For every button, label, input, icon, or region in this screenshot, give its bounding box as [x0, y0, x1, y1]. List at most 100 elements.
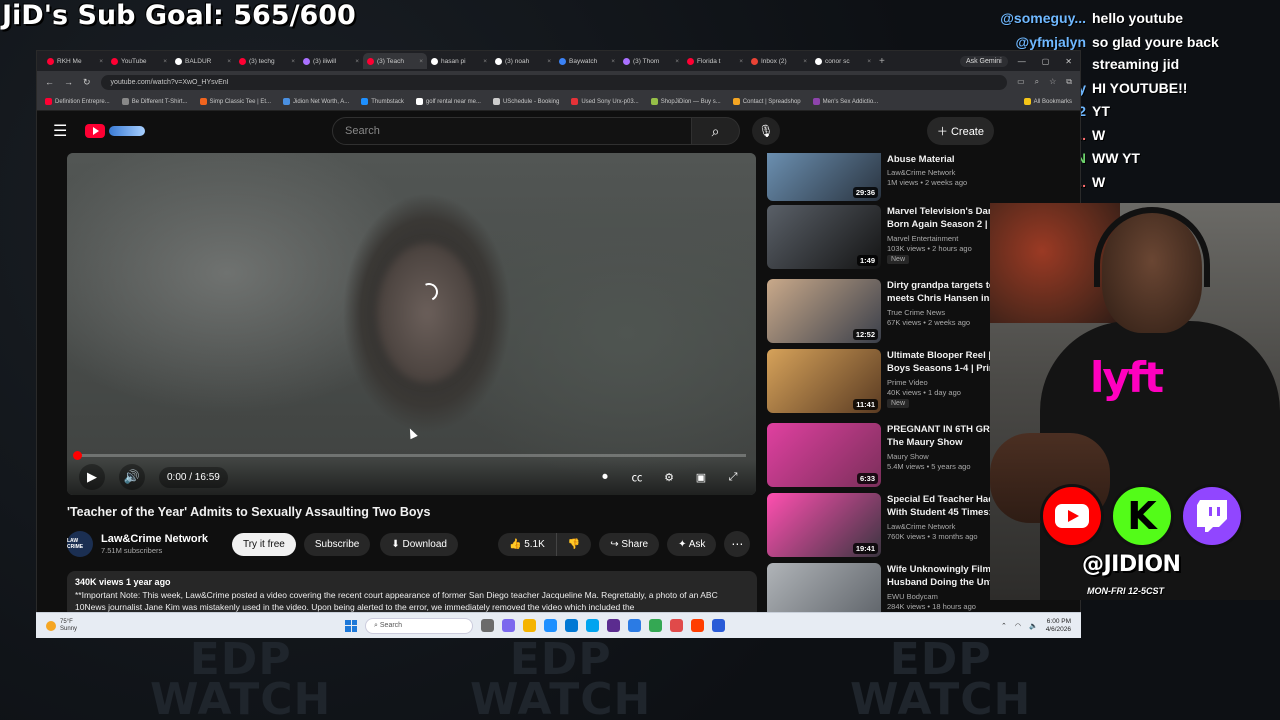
bookmark-item[interactable]: Definition Entrepre...: [45, 98, 110, 105]
tab-close-icon[interactable]: ×: [163, 58, 167, 65]
tab-close-icon[interactable]: ×: [227, 58, 231, 65]
bookmark-item[interactable]: Contact | Spreadshop: [732, 98, 801, 105]
tab-close-icon[interactable]: ×: [291, 58, 295, 65]
browser-tab[interactable]: Florida t ×: [683, 53, 747, 69]
tab-close-icon[interactable]: ×: [867, 58, 871, 65]
maximize-icon[interactable]: ▢: [1042, 57, 1050, 66]
taskbar-app-icon[interactable]: [502, 619, 516, 632]
cast-icon[interactable]: ▭: [1017, 77, 1025, 87]
voice-search-button[interactable]: 🎙: [752, 117, 780, 145]
recommended-video[interactable]: 11:41 Ultimate Blooper Reel | T Boys Seaso…: [767, 349, 1007, 417]
recommended-video[interactable]: 12:52 Dirty grandpa targets tee meets Chri…: [767, 279, 1007, 347]
channel-avatar[interactable]: LAW CRIME: [67, 531, 93, 557]
close-window-icon[interactable]: ✕: [1065, 57, 1072, 66]
taskbar-search[interactable]: ⌕ Search: [365, 617, 474, 634]
recommended-video[interactable]: 1:49 Marvel Television's Dare Born Again S…: [767, 205, 1007, 273]
taskbar-app-icon[interactable]: [649, 619, 663, 632]
browser-tab[interactable]: hasan pi ×: [427, 53, 491, 69]
channel-name[interactable]: Law&Crime Network: [101, 533, 208, 545]
speaker-icon[interactable]: 🔈: [1029, 622, 1038, 630]
browser-tab[interactable]: conor sc ×: [811, 53, 875, 69]
minimize-icon[interactable]: —: [1018, 57, 1026, 66]
taskbar-app-icon[interactable]: [712, 619, 726, 632]
taskbar-app-icon[interactable]: [481, 619, 495, 632]
clock[interactable]: 6:00 PM 4/6/2026: [1046, 618, 1071, 634]
video-thumbnail[interactable]: 12:52: [767, 279, 881, 343]
settings-gear-icon[interactable]: ⚙: [658, 466, 680, 488]
bookmark-item[interactable]: Simp Classic Tee | Et...: [199, 98, 271, 105]
browser-tab[interactable]: Baywatch ×: [555, 53, 619, 69]
tab-close-icon[interactable]: ×: [803, 58, 807, 65]
tab-close-icon[interactable]: ×: [99, 58, 103, 65]
forward-icon[interactable]: →: [64, 77, 73, 87]
browser-tab[interactable]: (3) Teach ×: [363, 53, 427, 69]
like-button[interactable]: 👍 5.1K: [497, 532, 557, 556]
create-button[interactable]: ＋ Create: [926, 117, 994, 145]
video-thumbnail[interactable]: 6:33: [767, 423, 881, 487]
try-free-button[interactable]: Try it free: [231, 532, 296, 556]
taskbar-app-icon[interactable]: [628, 619, 642, 632]
fullscreen-icon[interactable]: ⤢: [722, 466, 744, 488]
browser-tab[interactable]: (3) noah ×: [491, 53, 555, 69]
bookmark-item[interactable]: USchedule - Booking: [492, 98, 559, 105]
bookmark-item[interactable]: golf rental near me...: [415, 98, 481, 105]
menu-icon[interactable]: ☰: [53, 121, 73, 141]
volume-button[interactable]: 🔊: [119, 464, 145, 490]
video-thumbnail[interactable]: 29:36: [767, 153, 881, 201]
captions-icon[interactable]: ㏄: [626, 466, 648, 488]
recommended-video[interactable]: 19:41 Special Ed Teacher Had With Student …: [767, 493, 1007, 561]
bookmark-item[interactable]: ShopJiDion — Buy s...: [650, 98, 721, 105]
search-button[interactable]: ⌕: [692, 117, 740, 145]
bookmark-item[interactable]: All Bookmarks: [1023, 98, 1072, 105]
share-button[interactable]: ↪ Share: [599, 532, 660, 556]
tab-close-icon[interactable]: ×: [739, 58, 743, 65]
video-player[interactable]: ▶ 🔊 0:00 / 16:59 ⏺ ㏄ ⚙ ▣ ⤢: [67, 153, 756, 495]
tab-close-icon[interactable]: ×: [547, 58, 551, 65]
video-thumbnail[interactable]: 11:41: [767, 349, 881, 413]
video-thumbnail[interactable]: 19:41: [767, 493, 881, 557]
dislike-button[interactable]: 👎: [556, 532, 592, 556]
taskbar-app-icon[interactable]: [544, 619, 558, 632]
bookmark-item[interactable]: Men's Sex Addictio...: [812, 98, 878, 105]
extensions-icon[interactable]: ⧉: [1066, 77, 1072, 87]
taskbar-app-icon[interactable]: [607, 619, 621, 632]
browser-tab[interactable]: RKH Me ×: [43, 53, 107, 69]
bookmark-item[interactable]: Be Different T-Shirt...: [121, 98, 188, 105]
browser-tab[interactable]: Inbox (2) ×: [747, 53, 811, 69]
video-thumbnail[interactable]: 1:49: [767, 205, 881, 269]
bookmark-item[interactable]: Jidion Net Worth, A...: [282, 98, 349, 105]
progress-bar[interactable]: [77, 454, 746, 457]
new-tab-button[interactable]: +: [879, 56, 885, 67]
back-icon[interactable]: ←: [45, 77, 54, 87]
download-button[interactable]: ⬇ Download: [380, 532, 458, 556]
browser-tab[interactable]: (3) techg ×: [235, 53, 299, 69]
zoom-icon[interactable]: ⌕: [1035, 77, 1039, 87]
tab-close-icon[interactable]: ×: [419, 58, 423, 65]
wifi-icon[interactable]: ◠: [1015, 622, 1021, 630]
subscribe-button[interactable]: Subscribe: [303, 532, 371, 556]
url-field[interactable]: youtube.com/watch?v=XwO_HYsvEnI: [100, 74, 1008, 90]
reload-icon[interactable]: ↻: [83, 77, 91, 88]
ask-button[interactable]: ✦ Ask: [667, 532, 717, 556]
bookmark-item[interactable]: Thumbstack: [361, 98, 404, 105]
recommended-video[interactable]: 6:33 PREGNANT IN 6TH GRA The Maury Show Mau…: [767, 423, 1007, 491]
more-actions-button[interactable]: ⋯: [724, 531, 751, 557]
ask-gemini-button[interactable]: Ask Gemini: [959, 55, 1008, 67]
tab-close-icon[interactable]: ×: [675, 58, 679, 65]
browser-tab[interactable]: (3) Thom ×: [619, 53, 683, 69]
chevron-up-icon[interactable]: ⌃: [1001, 622, 1007, 630]
bookmark-star-icon[interactable]: ☆: [1049, 77, 1056, 87]
windows-start-icon[interactable]: [345, 619, 358, 632]
tab-close-icon[interactable]: ×: [483, 58, 487, 65]
browser-tab[interactable]: (3) iliwill ×: [299, 53, 363, 69]
tab-close-icon[interactable]: ×: [355, 58, 359, 65]
bookmark-item[interactable]: Used Sony Urx-p03...: [571, 98, 639, 105]
play-button[interactable]: ▶: [79, 464, 105, 490]
tab-close-icon[interactable]: ×: [611, 58, 615, 65]
browser-tab[interactable]: BALDUR ×: [171, 53, 235, 69]
taskbar-app-icon[interactable]: [565, 619, 579, 632]
autoplay-toggle[interactable]: ⏺: [594, 466, 616, 488]
youtube-logo[interactable]: [85, 124, 145, 138]
weather-widget[interactable]: 75°F Sunny: [46, 619, 77, 633]
browser-tab[interactable]: YouTube ×: [107, 53, 171, 69]
